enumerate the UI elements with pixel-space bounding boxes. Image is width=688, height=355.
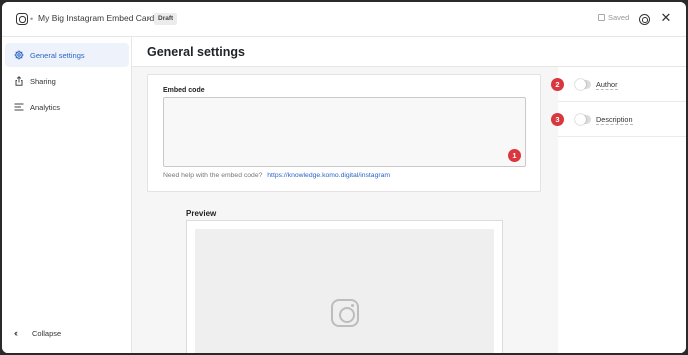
sidebar-item-label: General settings xyxy=(30,50,85,60)
page-title: General settings xyxy=(147,45,245,59)
collapse-button[interactable]: ‹‹ Collapse xyxy=(14,328,61,338)
analytics-icon xyxy=(14,103,24,111)
gear-icon xyxy=(14,50,24,60)
embed-help-text: Need help with the embed code? xyxy=(163,172,263,179)
embed-card: Embed code Need help with the embed code… xyxy=(147,74,541,192)
sidebar-item-sharing[interactable]: Sharing xyxy=(5,69,129,93)
close-icon[interactable]: ✕ xyxy=(659,11,673,25)
breadcrumb-separator: • xyxy=(147,14,151,24)
description-toggle[interactable] xyxy=(575,114,591,125)
main-content: General settings Embed code Need help wi… xyxy=(132,37,686,353)
sidebar-item-analytics[interactable]: Analytics xyxy=(5,95,129,119)
breadcrumb-title[interactable]: My Big Instagram Embed Card xyxy=(38,13,154,23)
breadcrumb-separator: • xyxy=(30,14,34,24)
embed-help: Need help with the embed code? https://k… xyxy=(163,172,390,179)
top-bar: • My Big Instagram Embed Card • Draft Sa… xyxy=(2,2,686,37)
author-toggle-label: Author xyxy=(596,80,618,90)
saved-status: Saved xyxy=(598,13,629,22)
embed-help-link[interactable]: https://knowledge.komo.digital/instagram xyxy=(267,172,390,179)
marker-2: 2 xyxy=(551,78,564,91)
save-icon xyxy=(598,14,605,21)
embed-code-textarea[interactable] xyxy=(163,97,526,167)
page-title-bar: General settings xyxy=(132,37,686,67)
preview-placeholder xyxy=(195,229,494,353)
app-window: • My Big Instagram Embed Card • Draft Sa… xyxy=(2,2,686,353)
sidebar-item-label: Sharing xyxy=(30,76,56,86)
options-panel: Author Description xyxy=(558,67,686,353)
status-badge: Draft xyxy=(154,13,178,25)
description-toggle-label: Description xyxy=(596,115,633,125)
instagram-logo-icon xyxy=(16,13,28,25)
sidebar-item-label: Analytics xyxy=(30,102,61,112)
toggle-row-description: Description xyxy=(558,102,686,137)
marker-1: 1 xyxy=(508,149,521,162)
author-toggle[interactable] xyxy=(575,79,591,90)
preview-label: Preview xyxy=(186,209,217,218)
collapse-label: Collapse xyxy=(32,328,62,338)
saved-label: Saved xyxy=(608,13,630,22)
sidebar-item-general-settings[interactable]: General settings xyxy=(5,43,129,67)
sidebar: General settings Sharing Analytics ‹‹ Co… xyxy=(2,37,132,353)
marker-3: 3 xyxy=(551,113,564,126)
settings-icon[interactable] xyxy=(639,14,650,25)
share-icon xyxy=(15,76,23,86)
instagram-placeholder-icon xyxy=(331,299,359,327)
preview-card xyxy=(186,220,503,353)
double-chevron-left-icon: ‹‹ xyxy=(14,328,18,338)
embed-code-label: Embed code xyxy=(163,87,205,94)
toggle-row-author: Author xyxy=(558,67,686,102)
